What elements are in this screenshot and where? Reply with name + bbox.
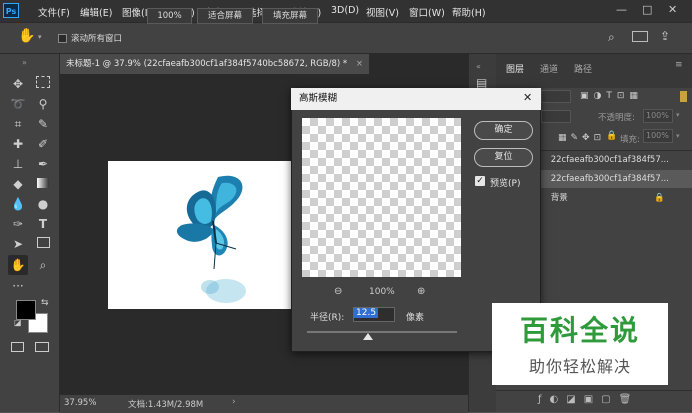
fill-screen-button[interactable]: 填充屏幕 (262, 8, 318, 24)
opacity-input[interactable]: 100% (643, 109, 673, 123)
menu-item[interactable]: 3D(D) (331, 5, 359, 16)
gradient-tool-icon[interactable] (33, 174, 53, 194)
menu-item[interactable]: 视图(V) (366, 5, 399, 19)
foreground-color-swatch[interactable] (16, 300, 36, 320)
rectangle-tool-icon[interactable] (33, 234, 53, 254)
dialog-close-icon[interactable]: ✕ (523, 91, 532, 104)
status-bar (60, 394, 468, 413)
marquee-tool-icon[interactable] (33, 74, 53, 94)
butterfly-image (176, 175, 246, 303)
layer-filter-select[interactable] (541, 90, 571, 103)
layer-name: 22cfaeafb300cf1af384f57... (550, 155, 669, 165)
status-zoom[interactable]: 37.95% (64, 398, 96, 408)
reset-button[interactable]: 复位 (474, 148, 533, 167)
blur-preview[interactable] (302, 118, 461, 277)
layer-row-selected[interactable]: 22cfaeafb300cf1af384f57... (530, 170, 692, 188)
tab-close-icon[interactable]: × (356, 59, 363, 69)
dialog-title: 高斯模糊 (291, 88, 541, 110)
search-icon[interactable]: ⌕ (608, 30, 615, 45)
opacity-label: 不透明度: (598, 113, 635, 123)
crop-tool-icon[interactable]: ⌗ (8, 114, 28, 134)
type-tool-icon[interactable]: T (33, 214, 53, 234)
ok-button[interactable]: 确定 (474, 121, 533, 140)
clone-stamp-tool-icon[interactable]: ⊥ (8, 154, 28, 174)
menu-item[interactable]: 文件(F) (38, 5, 70, 19)
document-tab-title: 未标题-1 @ 37.9% (22cfaeafb300cf1af384f5740… (66, 59, 348, 69)
opacity-dropdown-icon[interactable]: ▾ (676, 111, 680, 119)
layer-name: 背景 (550, 193, 568, 203)
radius-label: 半径(R): (310, 313, 345, 323)
scroll-all-checkbox[interactable] (58, 34, 67, 43)
blend-mode-select[interactable] (541, 110, 571, 123)
lock-icons[interactable]: ▦✎✥⊡ (558, 133, 605, 143)
quick-select-tool-icon[interactable]: ⚲ (33, 94, 53, 114)
maximize-button[interactable]: □ (642, 3, 652, 16)
document-canvas[interactable] (108, 161, 308, 309)
swap-colors-icon[interactable]: ⇆ (41, 298, 49, 308)
quick-mask-icon[interactable] (11, 342, 24, 352)
menu-item[interactable]: 编辑(E) (80, 5, 112, 19)
watermark-title: 百科全说 (519, 314, 640, 347)
minimize-button[interactable]: — (616, 3, 627, 16)
fill-label: 填充: (620, 135, 640, 145)
status-doc-size: 文档:1.43M/2.98M (128, 400, 204, 410)
zoom-in-icon[interactable]: ⊕ (417, 286, 425, 297)
tab-channels[interactable]: 通道 (540, 62, 558, 75)
path-select-tool-icon[interactable]: ➤ (8, 234, 28, 254)
document-tab[interactable]: 未标题-1 @ 37.9% (22cfaeafb300cf1af384f5740… (60, 54, 370, 74)
history-brush-tool-icon[interactable]: ✒ (33, 154, 53, 174)
tab-layers[interactable]: 图层 (506, 62, 524, 75)
fill-dropdown-icon[interactable]: ▾ (676, 132, 680, 140)
status-chevron-icon[interactable]: › (232, 397, 236, 407)
radius-slider-thumb[interactable] (363, 333, 373, 340)
watermark-logo: 百科全说 助你轻松解决 (492, 303, 668, 385)
zoom-100-button[interactable]: 100% (147, 8, 192, 24)
layer-row-background[interactable]: 背景 🔒 (530, 189, 692, 207)
share-icon[interactable]: ⇪ (660, 29, 670, 43)
radius-unit: 像素 (406, 313, 425, 323)
fill-input[interactable]: 100% (643, 129, 673, 143)
screen-mode-icon[interactable] (35, 342, 49, 352)
preview-label: 预览(P) (490, 179, 521, 189)
blur-tool-icon[interactable]: 💧 (8, 194, 28, 214)
radius-slider-track[interactable] (307, 331, 457, 333)
fit-screen-button[interactable]: 适合屏幕 (197, 8, 253, 24)
preview-checkbox[interactable]: ✓ (475, 176, 485, 186)
layer-filter-icons[interactable]: ▣◑T⊡▦ (580, 91, 643, 101)
zoom-tool-icon[interactable]: ⌕ (33, 255, 53, 275)
radius-value: 12.5 (354, 308, 379, 318)
collapse-panel-icon[interactable]: « (476, 62, 481, 71)
layer-footer-icons[interactable]: ƒ◐◪▣▢🗑 (538, 394, 639, 405)
more-tools-icon[interactable]: ··· (8, 276, 28, 296)
pen-tool-icon[interactable]: ✑ (8, 214, 28, 234)
workspace-icon[interactable] (632, 31, 648, 42)
preview-zoom: 100% (369, 287, 395, 297)
healing-brush-tool-icon[interactable]: ✚ (8, 134, 28, 154)
scroll-all-label: 滚动所有窗口 (71, 34, 123, 44)
menu-item[interactable]: 窗口(W) (409, 5, 445, 19)
brush-tool-icon[interactable]: ✐ (33, 134, 53, 154)
lock-all-icon[interactable]: 🔒 (606, 131, 617, 141)
move-tool-icon[interactable]: ✥ (8, 74, 28, 94)
filter-toggle-icon[interactable] (680, 91, 687, 102)
radius-input[interactable]: 12.5 (353, 307, 395, 322)
layer-name: 22cfaeafb300cf1af384f57... (550, 174, 669, 184)
lasso-tool-icon[interactable]: ➰ (8, 94, 28, 114)
hand-icon[interactable]: ✋ (18, 28, 35, 44)
menu-item[interactable]: 帮助(H) (452, 5, 486, 19)
layer-row[interactable]: 22cfaeafb300cf1af384f57... (530, 151, 692, 169)
close-window-button[interactable]: ✕ (668, 3, 677, 16)
eraser-tool-icon[interactable]: ◆ (8, 174, 28, 194)
zoom-out-icon[interactable]: ⊖ (334, 286, 342, 297)
eyedropper-tool-icon[interactable]: ✎ (33, 114, 53, 134)
chevron-down-icon[interactable]: ▾ (38, 33, 42, 41)
collapse-icon[interactable]: » (22, 58, 27, 67)
photoshop-logo: Ps (3, 3, 19, 18)
panel-menu-icon[interactable]: ≡ (675, 60, 683, 70)
tab-paths[interactable]: 路径 (574, 62, 592, 75)
layer-lock-icon: 🔒 (654, 193, 665, 203)
hand-tool-icon[interactable]: ✋ (8, 255, 28, 275)
watermark-subtitle: 助你轻松解决 (528, 357, 631, 376)
dodge-tool-icon[interactable]: ● (33, 194, 53, 214)
